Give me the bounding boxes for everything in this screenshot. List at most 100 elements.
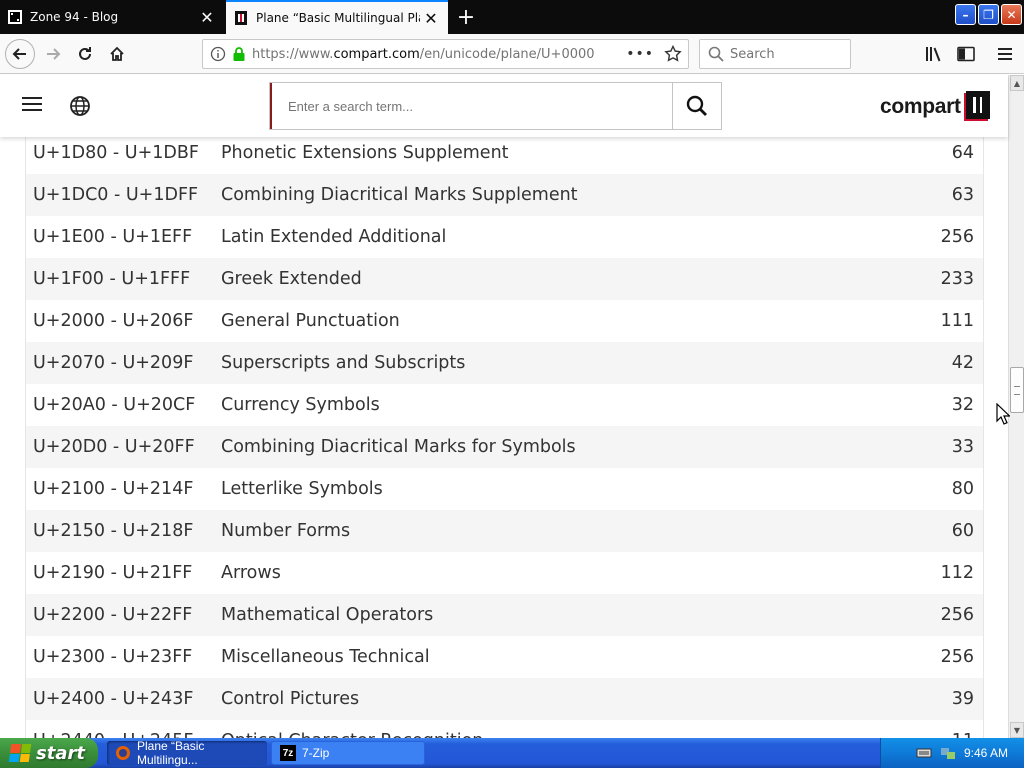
block-count: 233 [940,269,974,289]
table-row[interactable]: U+20D0 - U+20FF Combining Diacritical Mar… [26,426,983,468]
block-range: U+20D0 - U+20FF [33,437,195,457]
browser-search-placeholder: Search [730,46,775,62]
tab-unicode-plane[interactable]: Plane “Basic Multilingual Plane” ✕ [226,0,448,34]
block-count: 256 [940,647,974,667]
lock-icon[interactable] [232,46,246,62]
reload-icon [79,47,91,60]
minimize-icon[interactable]: – [955,4,976,25]
block-name[interactable]: Letterlike Symbols [221,479,893,499]
block-name[interactable]: Latin Extended Additional [221,227,893,247]
library-icon[interactable] [924,44,944,64]
browser-search-bar[interactable]: Search [699,39,851,69]
page-content: U+1D80 - U+1DBF Phonetic Extensions Suppl… [0,137,1008,738]
navigation-toolbar: https://www.compart.com/en/unicode/plane… [0,34,1024,74]
reload-button[interactable] [70,39,100,69]
taskbar-item-label: 7-Zip [302,746,330,760]
block-name[interactable]: Optical Character Recognition [221,731,893,738]
vertical-scrollbar[interactable]: ▲ ▼ [1008,75,1024,738]
site-menu-icon[interactable] [22,97,42,113]
table-row[interactable]: U+1D80 - U+1DBF Phonetic Extensions Suppl… [26,137,983,174]
hamburger-menu-icon[interactable] [995,44,1015,64]
block-range: U+2150 - U+218F [33,521,194,541]
block-name[interactable]: Number Forms [221,521,893,541]
table-row[interactable]: U+2190 - U+21FF Arrows 112 [26,552,983,594]
block-count: 42 [951,353,974,373]
block-name[interactable]: Greek Extended [221,269,893,289]
zone94-favicon-icon [8,10,22,24]
start-button[interactable]: start [0,738,98,768]
tab-zone94[interactable]: Zone 94 - Blog ✕ [0,0,224,34]
url-text[interactable]: https://www.compart.com/en/unicode/plane… [252,47,626,62]
block-count: 60 [951,521,974,541]
block-count: 39 [951,689,974,709]
tab-close-icon[interactable]: ✕ [420,7,442,29]
table-row[interactable]: U+2100 - U+214F Letterlike Symbols 80 [26,468,983,510]
compart-logo[interactable]: compart [880,91,992,123]
scroll-down-icon[interactable]: ▼ [1010,722,1024,738]
block-count: 11 [893,731,983,738]
taskbar-item-firefox[interactable]: Plane “Basic Multilingu... [107,739,267,767]
star-icon[interactable] [664,45,682,63]
table-row[interactable]: U+2150 - U+218F Number Forms 60 [26,510,983,552]
taskbar-item-label: Plane “Basic Multilingu... [137,739,205,767]
table-row[interactable]: U+1F00 - U+1FFF Greek Extended 233 [26,258,983,300]
tab-strip: Zone 94 - Blog ✕ Plane “Basic Multilingu… [0,0,1024,34]
forward-button[interactable] [38,39,68,69]
table-row[interactable]: U+20A0 - U+20CF Currency Symbols 32 [26,384,983,426]
block-range: U+1F00 - U+1FFF [33,269,191,289]
block-name[interactable]: Miscellaneous Technical [221,647,893,667]
restore-icon[interactable]: ❐ [978,4,999,25]
block-range: U+2400 - U+243F [33,689,194,709]
home-button[interactable] [102,39,132,69]
taskbar-item-7zip[interactable]: 7z 7-Zip [271,741,425,765]
block-name[interactable]: Superscripts and Subscripts [221,353,893,373]
network-icon[interactable] [940,745,956,761]
block-count: 112 [940,563,974,583]
scrollbar-thumb[interactable] [1010,367,1024,413]
globe-icon[interactable] [69,95,91,117]
block-count: 33 [951,437,974,457]
table-row[interactable]: U+2300 - U+23FF Miscellaneous Technical 25… [26,636,983,678]
table-row[interactable]: U+2200 - U+22FF Mathematical Operators 256 [26,594,983,636]
tab-close-icon[interactable]: ✕ [196,6,218,28]
table-row[interactable]: U+2000 - U+206F General Punctuation 111 [26,300,983,342]
block-count: 32 [951,395,974,415]
block-name[interactable]: Mathematical Operators [221,605,893,625]
block-count: 80 [951,479,974,499]
table-row[interactable]: U+2440 - U+245FOptical Character Recogni… [26,720,983,738]
block-name[interactable]: Control Pictures [221,689,893,709]
block-name[interactable]: Combining Diacritical Marks Supplement [221,185,893,205]
block-name[interactable]: Currency Symbols [221,395,893,415]
window-close-icon[interactable]: ✕ [1001,4,1022,25]
info-icon[interactable] [210,46,226,62]
arrow-left-icon [12,48,26,60]
back-button[interactable] [5,39,35,69]
block-name[interactable]: General Punctuation [221,311,893,331]
tab-title: Zone 94 - Blog [30,10,119,24]
site-search-button[interactable] [672,83,721,129]
mouse-cursor-icon [996,403,1010,425]
more-icon[interactable]: ••• [626,46,654,62]
site-search-input[interactable]: Enter a search term... [270,83,672,129]
block-range: U+1D80 - U+1DBF [33,143,199,163]
block-name[interactable]: Arrows [221,563,893,583]
block-count: 256 [940,605,974,625]
block-count: 64 [951,143,974,163]
block-name[interactable]: Phonetic Extensions Supplement [221,143,893,163]
block-range: U+2000 - U+206F [33,311,194,331]
table-row[interactable]: U+2400 - U+243F Control Pictures 39 [26,678,983,720]
keyboard-icon[interactable] [916,745,932,761]
url-bar[interactable]: https://www.compart.com/en/unicode/plane… [202,39,689,69]
windows-logo-icon [8,744,32,762]
block-name[interactable]: Combining Diacritical Marks for Symbols [221,437,893,457]
site-search-placeholder: Enter a search term... [288,98,413,114]
table-row[interactable]: U+2070 - U+209F Superscripts and Subscrip… [26,342,983,384]
table-row[interactable]: U+1E00 - U+1EFF Latin Extended Additional… [26,216,983,258]
new-tab-icon[interactable]: + [452,4,480,30]
block-range: U+2300 - U+23FF [33,647,193,667]
compart-favicon-icon [234,11,248,25]
scroll-up-icon[interactable]: ▲ [1010,75,1024,91]
sidebar-icon[interactable] [956,44,976,64]
table-row[interactable]: U+1DC0 - U+1DFF Combining Diacritical Mar… [26,174,983,216]
block-range: U+2440 - U+245F [26,731,221,738]
